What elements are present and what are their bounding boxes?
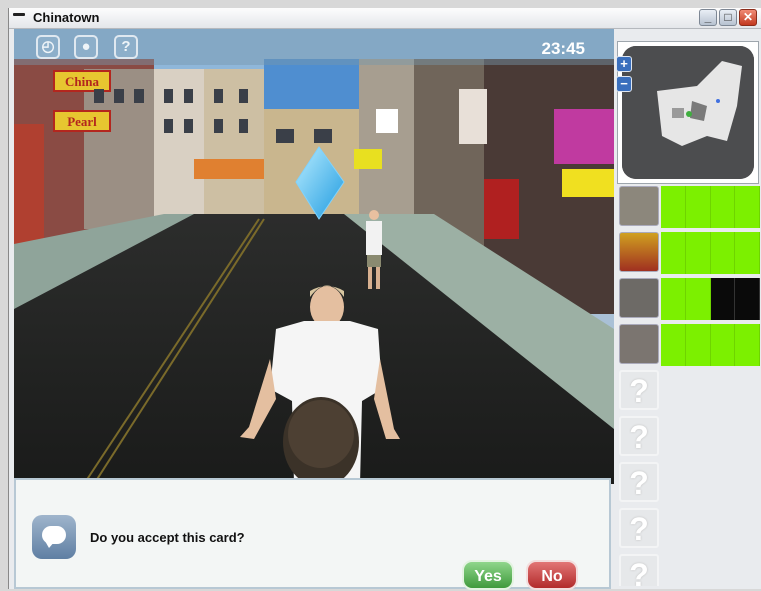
card-progress (661, 324, 760, 366)
card-row[interactable]: ? (619, 508, 759, 552)
window-menu-icon[interactable] (13, 13, 25, 16)
card-row[interactable]: ? (619, 416, 759, 460)
card-progress (661, 278, 760, 320)
person-icon[interactable]: ● (74, 35, 98, 59)
yes-button[interactable]: Yes (462, 560, 514, 590)
china-sign: China (65, 74, 99, 89)
card-thumbnail[interactable] (619, 278, 659, 318)
card-row[interactable]: ? (619, 462, 759, 506)
help-icon[interactable]: ? (114, 35, 138, 59)
unknown-card-icon[interactable]: ? (619, 370, 659, 410)
title-bar: Chinatown _ □ ✕ (9, 8, 761, 29)
no-button[interactable]: No (526, 560, 578, 590)
close-button[interactable]: ✕ (739, 9, 757, 26)
card-thumbnail[interactable] (619, 232, 659, 272)
speech-bubble-icon (32, 515, 76, 559)
card-thumbnail[interactable] (619, 324, 659, 364)
clock-icon[interactable]: ◴ (36, 35, 60, 59)
card-row[interactable] (619, 232, 760, 276)
unknown-card-icon[interactable]: ? (619, 462, 659, 502)
dialog-question: Do you accept this card? (90, 530, 245, 545)
card-row[interactable]: ? (619, 370, 759, 414)
window-title: Chinatown (33, 10, 100, 25)
game-clock: 23:45 (541, 39, 585, 58)
card-row[interactable]: ? (619, 554, 759, 586)
card-row[interactable] (619, 186, 760, 230)
zoom-in-button[interactable]: + (616, 56, 632, 72)
unknown-card-icon[interactable]: ? (619, 554, 659, 586)
card-row[interactable] (619, 324, 760, 368)
app-window: Chinatown _ □ ✕ China Pearl ◴ ● ? 23:45 … (8, 8, 761, 590)
street-scene: China Pearl (14, 29, 614, 484)
hud-bar (14, 29, 614, 65)
card-thumbnail[interactable] (619, 186, 659, 226)
minimize-button[interactable]: _ (699, 9, 717, 26)
card-progress (661, 232, 760, 274)
dialog-panel: Do you accept this card? Yes No (14, 478, 611, 590)
unknown-card-icon[interactable]: ? (619, 508, 659, 548)
zoom-out-button[interactable]: − (616, 76, 632, 92)
pearl-sign: Pearl (67, 114, 97, 129)
minimap-map (622, 46, 754, 179)
unknown-card-icon[interactable]: ? (619, 416, 659, 456)
game-viewport[interactable]: China Pearl ◴ ● ? 23:45 (14, 29, 614, 484)
card-row[interactable] (619, 278, 760, 322)
card-progress (661, 186, 760, 228)
minimap[interactable] (617, 41, 759, 184)
maximize-button[interactable]: □ (719, 9, 737, 26)
player-marker (686, 111, 692, 117)
